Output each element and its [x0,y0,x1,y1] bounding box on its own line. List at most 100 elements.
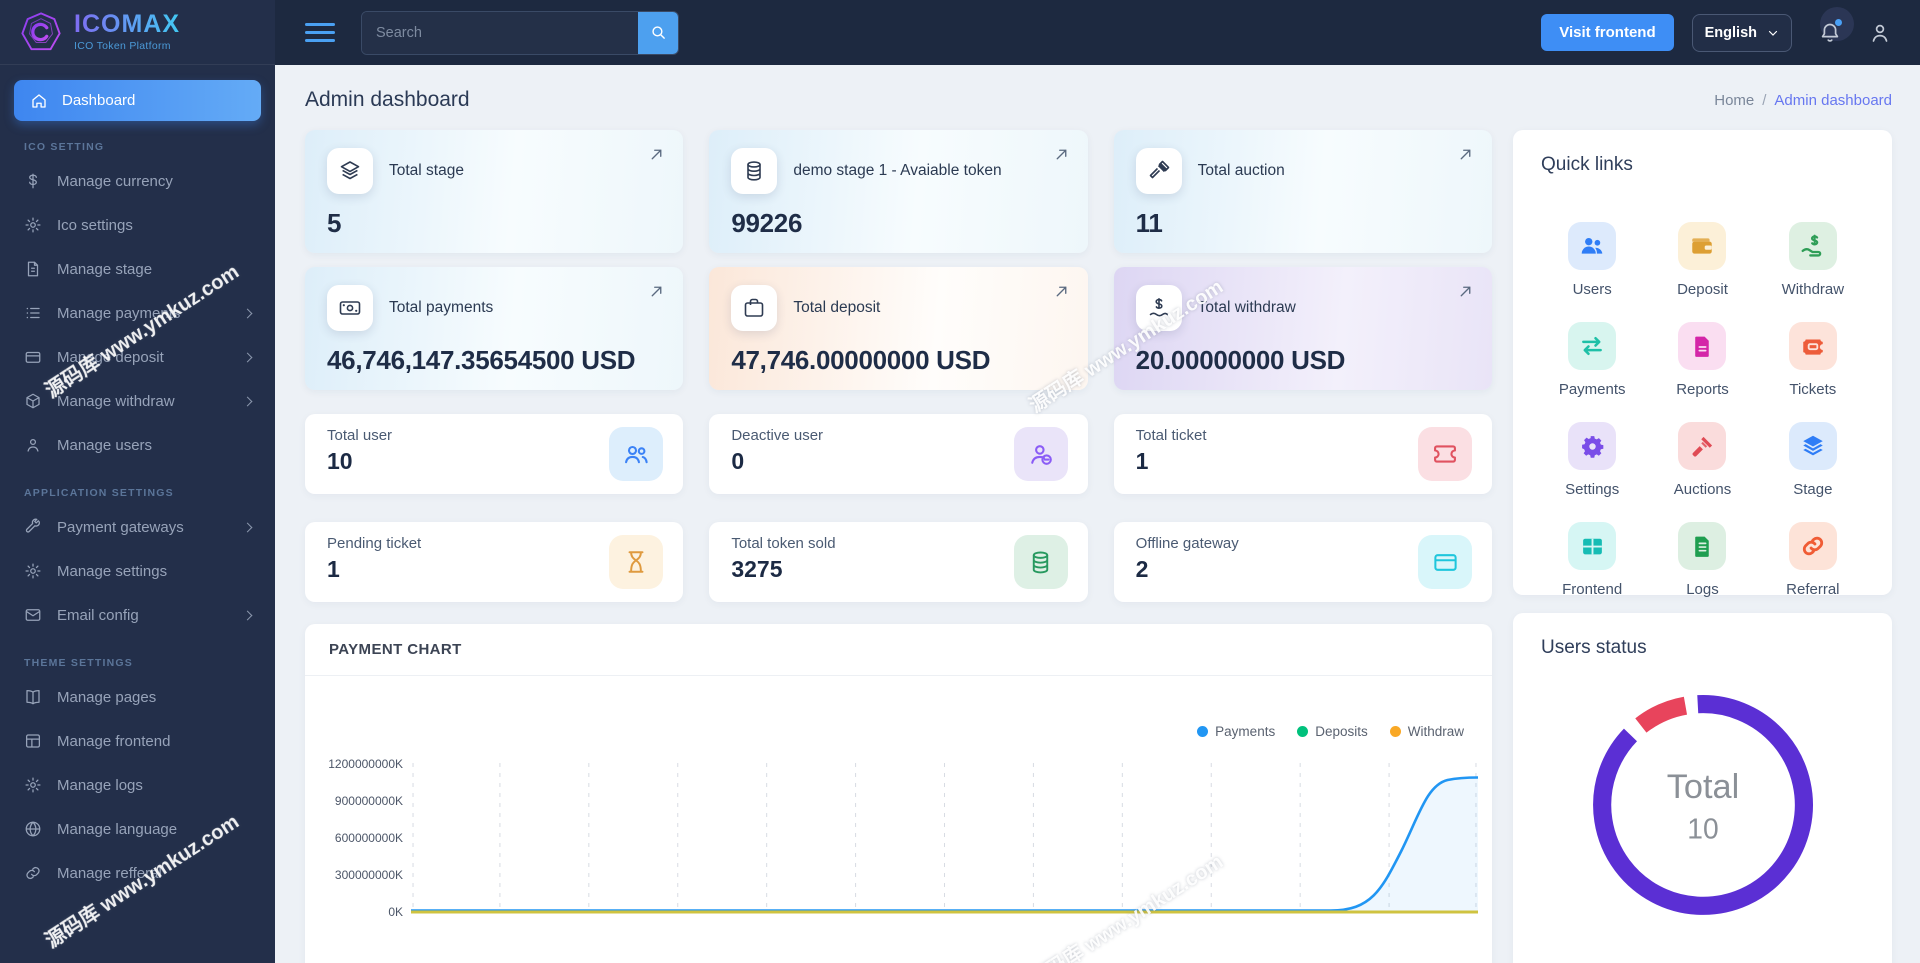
book-icon [26,689,40,705]
external-link-arrow-icon[interactable] [1053,146,1070,163]
chevron-right-icon [242,352,253,362]
user-profile-icon[interactable] [1868,21,1892,45]
stat-card-total-deposit: Total deposit 47,746.00000000 USD [709,267,1088,390]
briefcase-icon [745,298,764,317]
notifications-button[interactable] [1810,6,1854,53]
sidebar-item-manage-payments[interactable]: Manage payments [0,291,275,335]
quick-link-logs[interactable]: Logs [1647,522,1757,598]
payment-chart-title: PAYMENT CHART [305,624,1492,676]
hourglass-icon [628,551,644,573]
external-link-arrow-icon[interactable] [648,146,665,163]
breadcrumb-separator: / [1762,91,1767,109]
quick-link-tickets[interactable]: Tickets [1758,322,1868,398]
mail-icon [25,609,41,621]
sidebar-item-ico-settings[interactable]: Ico settings [0,203,275,247]
stat-value: 20.00000000 USD [1135,345,1346,375]
search-input[interactable] [362,11,638,54]
donut-center-label: Total [1666,768,1738,806]
brand-tagline: ICO Token Platform [74,40,171,52]
sidebar-item-manage-pages[interactable]: Manage pages [0,675,275,719]
stat-card-total-auction: Total auction 11 [1113,130,1492,253]
stat-value: 46,746,147.35654500 USD [327,345,636,375]
legend-item-withdraw[interactable]: Withdraw [1389,724,1464,739]
quick-link-referral[interactable]: Referral [1758,522,1868,598]
sidebar-item-manage-withdraw[interactable]: Manage withdraw [0,379,275,423]
sidebar-item-label: Manage language [57,820,178,838]
quick-links-panel: Quick links Users Deposit Withdraw Payme… [1513,130,1892,598]
sidebar-item-label: Manage stage [57,260,153,278]
sidebar-item-manage-settings[interactable]: Manage settings [0,549,275,593]
quick-link-settings[interactable]: Settings [1537,422,1647,498]
notification-dot [1835,18,1842,26]
sidebar-item-label: Dashboard [62,92,136,109]
menu-toggle-icon[interactable] [305,18,335,47]
sidebar-item-manage-language[interactable]: Manage language [0,807,275,851]
sidebar-item-label: Payment gateways [57,518,184,536]
stat-label: Total auction [1197,162,1285,179]
quick-link-label: Stage [1793,481,1833,498]
users-status-panel: Users status Total 10 [1513,613,1892,963]
legend-item-payments[interactable]: Payments [1197,724,1275,739]
page-title: Admin dashboard [305,88,470,111]
sidebar-item-label: Manage deposit [57,348,164,366]
dollar-icon [29,173,37,189]
external-link-arrow-icon[interactable] [1053,283,1070,300]
sidebar-item-manage-frontend[interactable]: Manage frontend [0,719,275,763]
sidebar-item-manage-users[interactable]: Manage users [0,423,275,467]
quick-link-payments[interactable]: Payments [1537,322,1647,398]
sidebar-item-manage-deposit[interactable]: Manage deposit [0,335,275,379]
legend-item-deposits[interactable]: Deposits [1297,724,1368,739]
quick-link-stage[interactable]: Stage [1758,422,1868,498]
sidebar-item-manage-refferal[interactable]: Manage refferal [0,851,275,895]
users-status-title: Users status [1541,637,1647,658]
sidebar-item-dashboard[interactable]: Dashboard [14,80,261,121]
quick-link-deposit[interactable]: Deposit [1647,222,1757,298]
globe-icon [25,821,41,837]
main-content: Admin dashboard Home / Admin dashboard T… [275,65,1920,963]
quick-link-label: Tickets [1789,381,1837,398]
stat-card-total-ticket: Total ticket 1 [1113,414,1492,494]
quick-link-label: Withdraw [1781,281,1845,298]
layers-icon [340,161,360,180]
quick-link-auctions[interactable]: Auctions [1647,422,1757,498]
brand-name: ICOMAX [74,10,180,38]
external-link-arrow-icon[interactable] [1457,146,1474,163]
users-icon [1581,237,1603,254]
quick-link-reports[interactable]: Reports [1647,322,1757,398]
visit-frontend-button[interactable]: Visit frontend [1541,14,1674,51]
layout-icon [25,734,41,748]
stat-label: Total withdraw [1197,299,1296,316]
line-chart: 1200000000K 900000000K 600000000K 300000… [305,749,1492,920]
search-button[interactable] [638,11,678,54]
language-select[interactable]: English [1691,13,1792,52]
stat-value: 11 [1135,208,1163,238]
legend-label: Payments [1215,724,1276,739]
sidebar-item-manage-currency[interactable]: Manage currency [0,159,275,203]
sidebar-item-manage-stage[interactable]: Manage stage [0,247,275,291]
sidebar-item-manage-logs[interactable]: Manage logs [0,763,275,807]
sidebar: ICOMAX ICO Token Platform Dashboard ICO … [0,0,275,963]
sidebar-section-heading: ICO SETTING [24,141,105,153]
external-link-arrow-icon[interactable] [648,283,665,300]
breadcrumb-home-link[interactable]: Home [1714,92,1754,109]
legend-dot [1197,726,1209,737]
sidebar-item-payment-gateways[interactable]: Payment gateways [0,505,275,549]
quick-link-users[interactable]: Users [1537,222,1647,298]
quick-link-withdraw[interactable]: Withdraw [1758,222,1868,298]
donut-segment-deactive [1634,696,1687,733]
sidebar-item-label: Email config [57,606,139,624]
sidebar-item-label: Manage logs [57,776,143,794]
external-link-arrow-icon[interactable] [1457,283,1474,300]
sidebar-item-email-config[interactable]: Email config [0,593,275,637]
home-icon [32,93,46,108]
y-tick: 300000000K [334,868,403,882]
quick-link-label: Users [1572,281,1612,298]
chevron-right-icon [242,522,253,532]
legend-label: Deposits [1315,724,1368,739]
sidebar-item-label: Manage refferal [57,864,162,882]
sidebar-item-label: Manage settings [57,562,168,580]
wrench-icon [25,518,41,533]
quick-link-frontend[interactable]: Frontend [1537,522,1647,598]
brand-logo[interactable]: ICOMAX ICO Token Platform [0,0,275,65]
gear-icon [25,217,41,233]
